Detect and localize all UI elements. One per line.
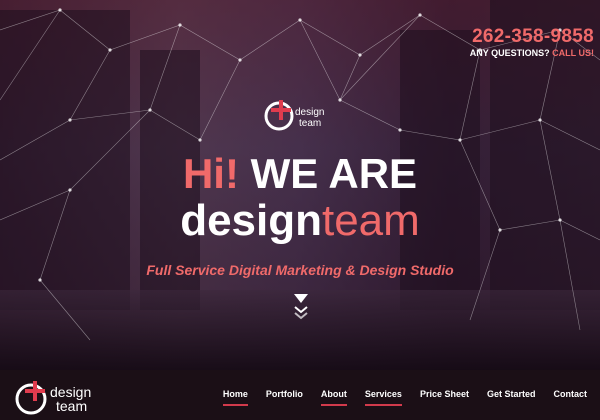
questions-label: ANY QUESTIONS?	[469, 48, 550, 58]
phone-number[interactable]: 262-358-9858	[472, 26, 594, 48]
svg-text:team: team	[299, 118, 321, 129]
nav-contact[interactable]: Contact	[545, 389, 597, 399]
call-us-link[interactable]: CALL US!	[552, 48, 594, 58]
main-nav: Home Portfolio About Services Price Shee…	[214, 389, 597, 406]
double-chevron-down-icon[interactable]	[292, 290, 310, 320]
nav-about[interactable]: About	[312, 389, 356, 406]
we-are-text: WE ARE	[250, 150, 418, 197]
hero-brand: designteam	[0, 196, 600, 246]
hero-section: 262-358-9858 ANY QUESTIONS? CALL US! des…	[0, 0, 600, 370]
nav-services[interactable]: Services	[356, 389, 411, 406]
nav-portfolio[interactable]: Portfolio	[257, 389, 312, 399]
hero-tagline: Full Service Digital Marketing & Design …	[146, 262, 454, 278]
design-team-logo-icon: design team	[264, 100, 324, 131]
questions-line: ANY QUESTIONS? CALL US!	[470, 48, 594, 58]
nav-home[interactable]: Home	[214, 389, 257, 406]
hero-headline: Hi! WE ARE	[0, 150, 600, 198]
nav-price-sheet[interactable]: Price Sheet	[411, 389, 478, 399]
svg-text:design: design	[295, 107, 324, 118]
brand-team: team	[321, 196, 420, 245]
footer-logo-icon[interactable]: design team	[12, 375, 104, 417]
hi-text: Hi!	[182, 150, 239, 197]
nav-get-started[interactable]: Get Started	[478, 389, 545, 399]
svg-text:team: team	[56, 398, 87, 414]
brand-design: design	[180, 196, 322, 245]
